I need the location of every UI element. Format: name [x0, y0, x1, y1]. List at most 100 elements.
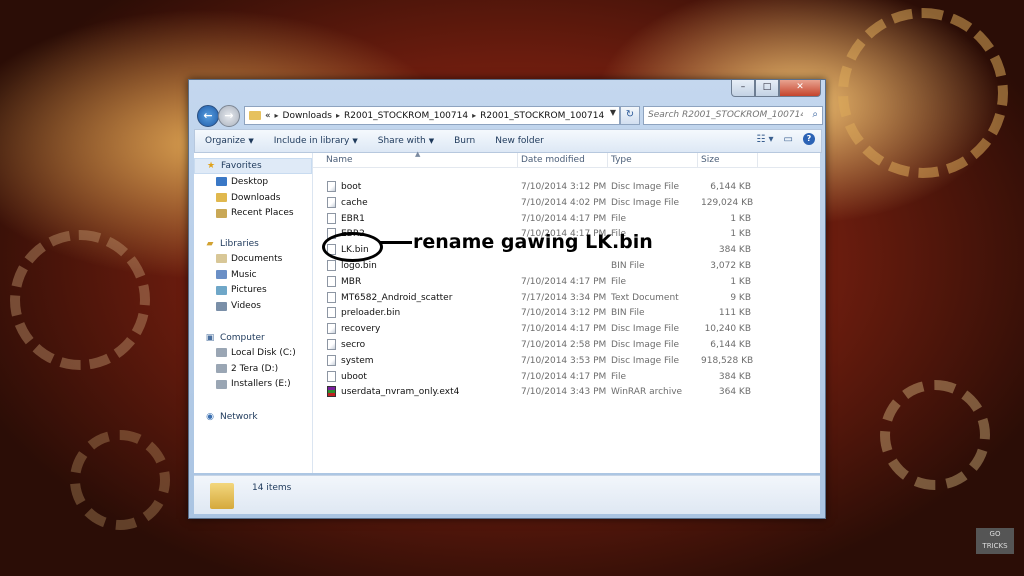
column-type[interactable]: Type: [611, 155, 632, 165]
sidebar-item-installers-e[interactable]: Installers (E:): [194, 377, 312, 393]
sidebar-item-local-disk-c[interactable]: Local Disk (C:): [194, 345, 312, 361]
minimize-button[interactable]: –: [731, 80, 755, 97]
file-size: 918,528 KB: [701, 355, 754, 366]
file-icon: [327, 212, 336, 224]
organize-menu[interactable]: Organize ▼: [205, 136, 254, 146]
file-row[interactable]: logo.bin BIN File 3,072 KB: [313, 258, 820, 274]
sidebar-header-computer[interactable]: ▣ Computer: [194, 331, 312, 345]
chevron-down-icon[interactable]: ▼: [610, 108, 616, 117]
file-size: 3,072 KB: [710, 261, 751, 271]
sidebar-item-downloads[interactable]: Downloads: [194, 190, 312, 206]
annotation-text: rename gawing LK.bin: [413, 231, 653, 253]
drive-icon: [216, 379, 227, 389]
drive-icon: [216, 364, 227, 374]
folder-icon: [210, 483, 234, 509]
help-icon[interactable]: ?: [803, 133, 815, 145]
file-row[interactable]: userdata_nvram_only.ext4 7/10/2014 3:43 P…: [313, 384, 820, 400]
close-button[interactable]: ✕: [779, 80, 821, 97]
file-name: userdata_nvram_only.ext4: [341, 387, 460, 398]
sidebar-item-label: Installers (E:): [231, 379, 291, 390]
maximize-button[interactable]: □: [755, 80, 779, 97]
file-row[interactable]: uboot 7/10/2014 4:17 PM File 384 KB: [313, 369, 820, 385]
sidebar-header-favorites[interactable]: ★ Favorites: [194, 158, 312, 174]
column-divider[interactable]: [607, 153, 608, 167]
preview-pane-icon[interactable]: ▭: [784, 134, 793, 145]
music-icon: [216, 270, 227, 280]
sidebar-header-network[interactable]: ◉ Network: [194, 410, 312, 424]
file-row[interactable]: MT6582_Android_scatter 7/17/2014 3:34 PM T…: [313, 290, 820, 306]
breadcrumb-overflow[interactable]: «: [265, 111, 271, 121]
sidebar-item-documents[interactable]: Documents: [194, 251, 312, 267]
back-button[interactable]: ←: [197, 105, 219, 127]
address-bar[interactable]: « ▸ Downloads ▸ R2001_STOCKROM_100714 ▸ …: [244, 106, 620, 125]
sidebar-header-label: Computer: [220, 333, 265, 343]
window-controls: – □ ✕: [731, 80, 821, 97]
file-name: preloader.bin: [341, 308, 401, 319]
documents-icon: [216, 254, 227, 264]
downloads-icon: [216, 193, 227, 203]
recent-places-icon: [216, 208, 227, 218]
column-divider[interactable]: [757, 153, 758, 167]
file-row[interactable]: secro 7/10/2014 2:58 PM Disc Image File 6,1…: [313, 337, 820, 353]
file-size: 111 KB: [718, 308, 751, 319]
breadcrumb-item[interactable]: R2001_STOCKROM_100714: [344, 111, 468, 121]
file-row[interactable]: preloader.bin 7/10/2014 3:12 PM BIN File 11…: [313, 305, 820, 321]
view-options-icon[interactable]: ☷ ▾: [756, 134, 773, 145]
file-icon: [327, 275, 336, 287]
chevron-right-icon[interactable]: ▸: [336, 111, 340, 120]
column-date-modified[interactable]: Date modified: [521, 155, 585, 165]
file-row[interactable]: boot 7/10/2014 3:12 PM Disc Image File 6,14…: [313, 179, 820, 195]
column-size[interactable]: Size: [701, 155, 719, 165]
caret-down-icon: ▼: [428, 137, 435, 145]
column-name[interactable]: Name: [326, 155, 353, 165]
include-in-library-label: Include in library: [273, 136, 350, 146]
include-in-library-menu[interactable]: Include in library ▼: [274, 136, 358, 146]
file-date: 7/17/2014 3:34 PM: [521, 292, 607, 303]
computer-icon: ▣: [205, 333, 215, 343]
sidebar-item-music[interactable]: Music: [194, 267, 312, 283]
file-size: 1 KB: [730, 213, 751, 224]
breadcrumb-item[interactable]: Downloads: [283, 111, 332, 121]
sidebar-item-videos[interactable]: Videos: [194, 298, 312, 314]
sidebar-item-pictures[interactable]: Pictures: [194, 283, 312, 299]
file-type: Disc Image File: [611, 355, 680, 366]
file-name: MBR: [341, 276, 362, 287]
winrar-archive-icon: [327, 386, 336, 398]
star-icon: ★: [206, 161, 216, 171]
file-type: Disc Image File: [611, 197, 680, 208]
new-folder-button[interactable]: New folder: [495, 136, 544, 146]
file-date: 7/10/2014 3:43 PM: [521, 387, 607, 398]
file-row[interactable]: cache 7/10/2014 4:02 PM Disc Image File 129…: [313, 195, 820, 211]
file-row[interactable]: recovery 7/10/2014 4:17 PM Disc Image File…: [313, 321, 820, 337]
sidebar-header-libraries[interactable]: ▰ Libraries: [194, 237, 312, 251]
file-row[interactable]: MBR 7/10/2014 4:17 PM File 1 KB: [313, 274, 820, 290]
favorites-group: ★ Favorites Desktop Downloads Recent Plac…: [194, 158, 312, 221]
caret-down-icon: ▼: [352, 137, 358, 145]
search-box[interactable]: ⌕: [643, 106, 823, 125]
search-input[interactable]: [644, 107, 803, 122]
file-name: recovery: [341, 324, 381, 335]
column-divider[interactable]: [517, 153, 518, 167]
file-name: uboot: [341, 371, 367, 382]
chevron-right-icon[interactable]: ▸: [472, 111, 476, 120]
sidebar-item-2-tera-d[interactable]: 2 Tera (D:): [194, 361, 312, 377]
forward-button[interactable]: →: [218, 105, 240, 127]
breadcrumb-item[interactable]: R2001_STOCKROM_100714: [480, 111, 604, 121]
file-row[interactable]: EBR1 7/10/2014 4:17 PM File 1 KB: [313, 211, 820, 227]
column-divider[interactable]: [697, 153, 698, 167]
sidebar-item-recent-places[interactable]: Recent Places: [194, 206, 312, 222]
share-with-menu[interactable]: Share with ▼: [378, 136, 434, 146]
sidebar-item-label: Documents: [231, 253, 283, 264]
sidebar-header-label: Favorites: [221, 161, 262, 171]
burn-button[interactable]: Burn: [454, 136, 475, 146]
item-count: 14 items: [252, 483, 292, 493]
search-icon[interactable]: ⌕: [812, 109, 818, 120]
navigation-bar: ← → « ▸ Downloads ▸ R2001_STOCKROM_10071…: [194, 104, 823, 127]
refresh-button[interactable]: ↻: [620, 106, 640, 125]
file-row[interactable]: system 7/10/2014 3:53 PM Disc Image File 91…: [313, 353, 820, 369]
disc-image-icon: [327, 196, 336, 208]
computer-group: ▣ Computer Local Disk (C:) 2 Tera (D:) In…: [194, 331, 312, 392]
file-type: Disc Image File: [611, 340, 680, 350]
file-type: File: [611, 213, 627, 224]
sidebar-item-desktop[interactable]: Desktop: [194, 174, 312, 190]
